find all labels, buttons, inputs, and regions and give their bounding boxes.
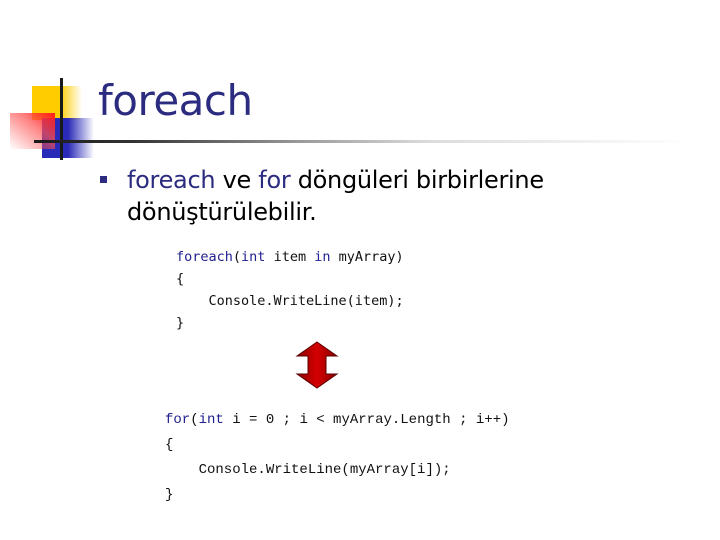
code-text: item — [265, 249, 315, 265]
code-line: } — [176, 315, 185, 331]
bullet-text-part: ve — [215, 166, 259, 194]
code-text: ( — [190, 412, 199, 428]
title-underline — [34, 140, 694, 143]
square-bullet-icon — [100, 176, 107, 183]
code-line: foreach(int item in myArray) — [176, 249, 404, 265]
code-text: myArray) — [330, 249, 404, 265]
code-keyword: foreach — [176, 249, 233, 265]
code-line: Console.WriteLine(item); — [176, 293, 404, 309]
keyword-for: for — [258, 166, 291, 194]
code-line: Console.WriteLine(myArray[i]); — [165, 462, 451, 478]
for-code-block: for(int i = 0 ; i < myArray.Length ; i++… — [165, 408, 510, 508]
code-text: ( — [232, 249, 242, 265]
code-line: { — [165, 437, 174, 453]
logo-red-square — [10, 113, 55, 149]
foreach-code-block: foreach(int item in myArray) { Console.W… — [176, 246, 404, 334]
slide-title: foreach — [98, 76, 253, 125]
code-keyword: int — [241, 249, 266, 265]
double-arrow-vertical-icon — [295, 341, 339, 389]
keyword-foreach: foreach — [127, 166, 216, 194]
bullet-text: foreach ve for döngüleri birbirlerine dö… — [127, 164, 660, 228]
code-line: } — [165, 487, 174, 503]
code-keyword: int — [198, 412, 224, 428]
code-line: for(int i = 0 ; i < myArray.Length ; i++… — [165, 412, 510, 428]
code-keyword: for — [165, 412, 191, 428]
logo-vertical-line — [60, 78, 63, 160]
code-line: { — [176, 271, 185, 287]
code-keyword: in — [314, 249, 331, 265]
code-text: i = 0 ; i < myArray.Length ; i++) — [223, 412, 510, 428]
